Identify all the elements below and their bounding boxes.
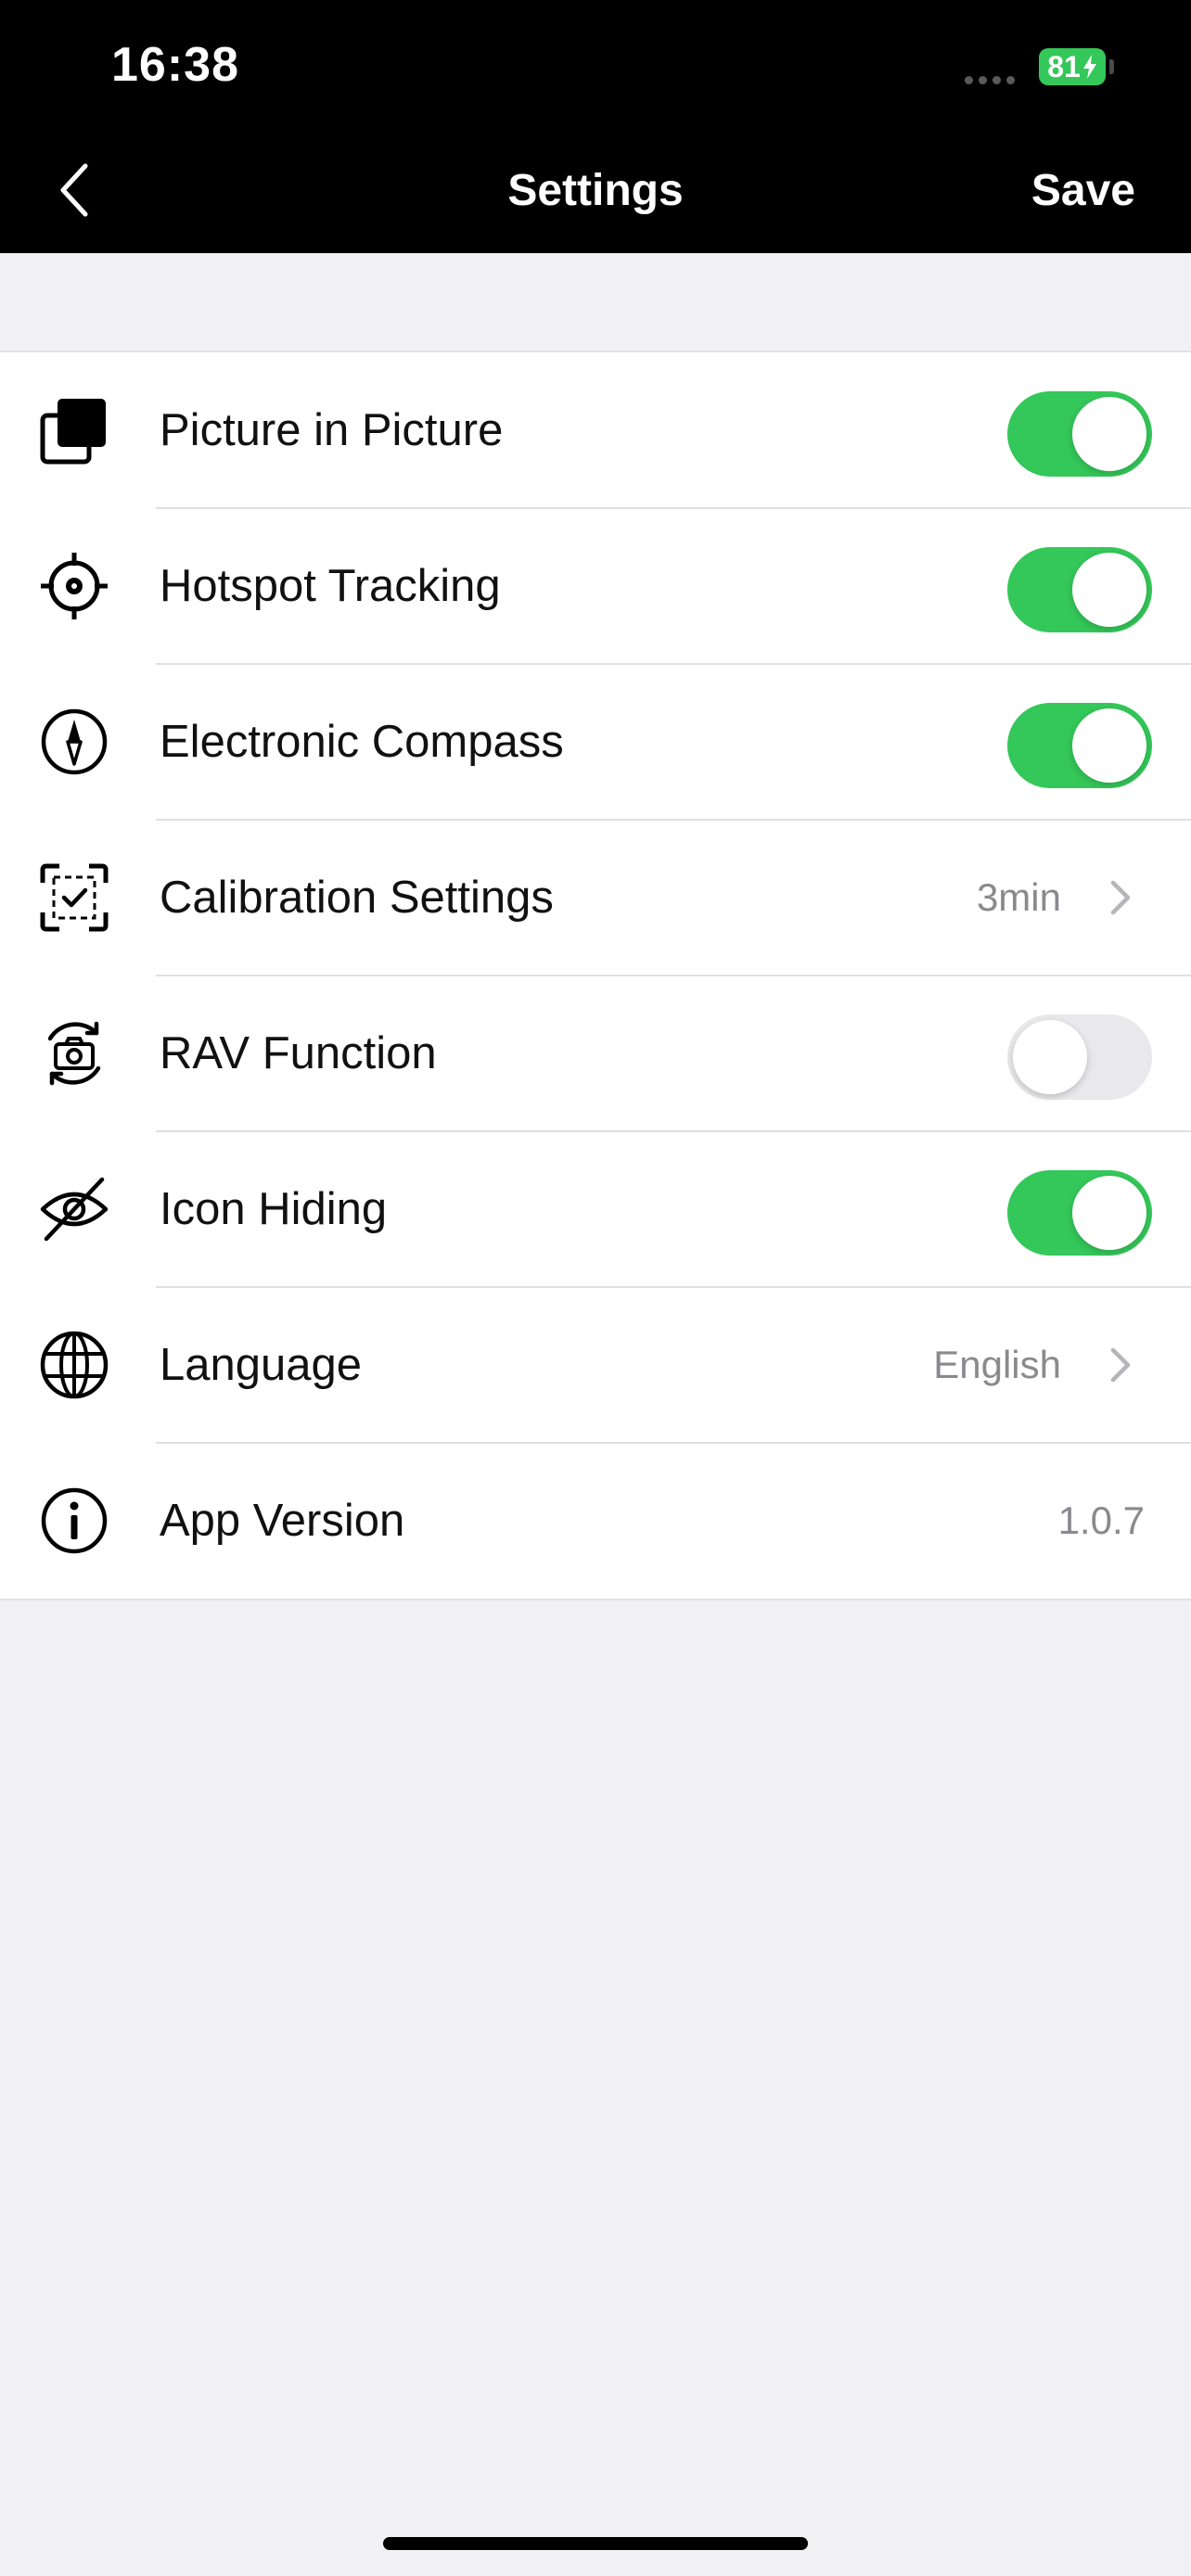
electronic-compass-toggle[interactable] bbox=[1007, 703, 1152, 788]
home-indicator[interactable] bbox=[383, 2537, 808, 2550]
chevron-right-icon bbox=[1102, 875, 1139, 920]
charging-bolt-icon bbox=[1082, 55, 1096, 79]
setting-label: RAV Function bbox=[160, 1028, 437, 1078]
save-button[interactable]: Save bbox=[1031, 165, 1135, 216]
setting-label: Picture in Picture bbox=[160, 405, 504, 455]
battery-indicator: 81 bbox=[1039, 48, 1106, 85]
page-title: Settings bbox=[507, 166, 684, 215]
battery-cap bbox=[1109, 59, 1114, 74]
setting-row-rav-function: RAV Function bbox=[0, 975, 1191, 1131]
navigation-header: 16:38 81 Settings Save bbox=[0, 0, 1191, 253]
setting-row-picture-in-picture: Picture in Picture bbox=[0, 352, 1191, 508]
setting-label: App Version bbox=[160, 1496, 405, 1546]
compass-icon bbox=[39, 707, 109, 777]
setting-row-icon-hiding: Icon Hiding bbox=[0, 1130, 1191, 1287]
setting-row-electronic-compass: Electronic Compass bbox=[0, 663, 1191, 820]
calibration-frame-icon bbox=[39, 862, 109, 933]
battery-level: 81 bbox=[1047, 49, 1081, 83]
setting-row-app-version: App Version 1.0.7 bbox=[0, 1442, 1191, 1599]
language-value: English bbox=[933, 1343, 1061, 1386]
globe-icon bbox=[39, 1330, 109, 1400]
hotspot-tracking-toggle[interactable] bbox=[1007, 547, 1152, 632]
chevron-right-icon bbox=[1102, 1343, 1139, 1387]
signal-dots-icon bbox=[965, 76, 1015, 84]
setting-row-calibration-settings[interactable]: Calibration Settings 3min bbox=[0, 819, 1191, 976]
setting-label: Electronic Compass bbox=[160, 717, 564, 767]
setting-row-language[interactable]: Language English bbox=[0, 1286, 1191, 1443]
setting-label: Calibration Settings bbox=[160, 873, 554, 923]
setting-label: Language bbox=[160, 1340, 363, 1390]
settings-list: Picture in Picture Hotspot Tracking Elec… bbox=[0, 351, 1191, 1600]
info-icon bbox=[39, 1486, 109, 1556]
setting-label: Icon Hiding bbox=[160, 1184, 388, 1234]
setting-row-hotspot-tracking: Hotspot Tracking bbox=[0, 507, 1191, 664]
camera-rotate-icon bbox=[39, 1018, 109, 1089]
app-version-value: 1.0.7 bbox=[1057, 1498, 1145, 1542]
crosshair-icon bbox=[39, 551, 109, 621]
eye-off-icon bbox=[39, 1174, 109, 1244]
status-time: 16:38 bbox=[111, 38, 239, 92]
calibration-value: 3min bbox=[976, 875, 1061, 919]
setting-label: Hotspot Tracking bbox=[160, 561, 501, 611]
picture-in-picture-icon bbox=[39, 395, 109, 465]
rav-function-toggle[interactable] bbox=[1007, 1014, 1152, 1100]
picture-in-picture-toggle[interactable] bbox=[1007, 391, 1152, 477]
icon-hiding-toggle[interactable] bbox=[1007, 1170, 1152, 1256]
